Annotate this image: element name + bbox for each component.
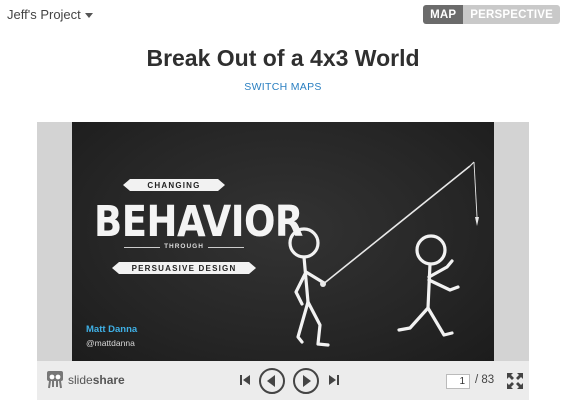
view-toggle: MAP PERSPECTIVE xyxy=(423,5,560,24)
next-icon[interactable] xyxy=(292,367,320,395)
player-controls: slideshare 1 / 83 xyxy=(37,361,529,400)
switch-maps-link[interactable]: SWITCH MAPS xyxy=(0,81,566,93)
author-handle: @mattdanna xyxy=(86,338,135,348)
brand-bold: share xyxy=(92,373,125,387)
author-name: Matt Danna xyxy=(86,324,138,335)
page-total: / 83 xyxy=(475,374,495,386)
page-number-input[interactable]: 1 xyxy=(446,374,470,389)
slide-view[interactable]: CHANGING BEHAVIOR THROUGH PERSUASIVE DES… xyxy=(72,122,494,361)
first-slide-icon[interactable] xyxy=(239,373,251,387)
page-title: Break Out of a 4x3 World xyxy=(146,45,420,71)
project-selector[interactable]: Jeff's Project xyxy=(7,7,93,22)
slideshare-logo-icon xyxy=(47,371,63,389)
slide-connector: THROUGH xyxy=(124,243,244,250)
brand-light: slide xyxy=(68,373,93,387)
slideshare-player: CHANGING BEHAVIOR THROUGH PERSUASIVE DES… xyxy=(37,122,529,400)
project-label: Jeff's Project xyxy=(7,7,81,22)
map-toggle-button[interactable]: MAP xyxy=(423,5,464,24)
ribbon-changing: CHANGING xyxy=(123,179,225,191)
chevron-down-icon xyxy=(84,12,93,18)
previous-icon[interactable] xyxy=(258,367,286,395)
ribbon-persuasive-design: PERSUASIVE DESIGN xyxy=(112,262,256,274)
fullscreen-icon[interactable] xyxy=(506,372,524,390)
slide-headline: BEHAVIOR xyxy=(94,196,303,247)
last-slide-icon[interactable] xyxy=(328,373,340,387)
perspective-toggle-button[interactable]: PERSPECTIVE xyxy=(463,5,560,24)
slideshare-logo[interactable]: slideshare xyxy=(46,370,125,390)
